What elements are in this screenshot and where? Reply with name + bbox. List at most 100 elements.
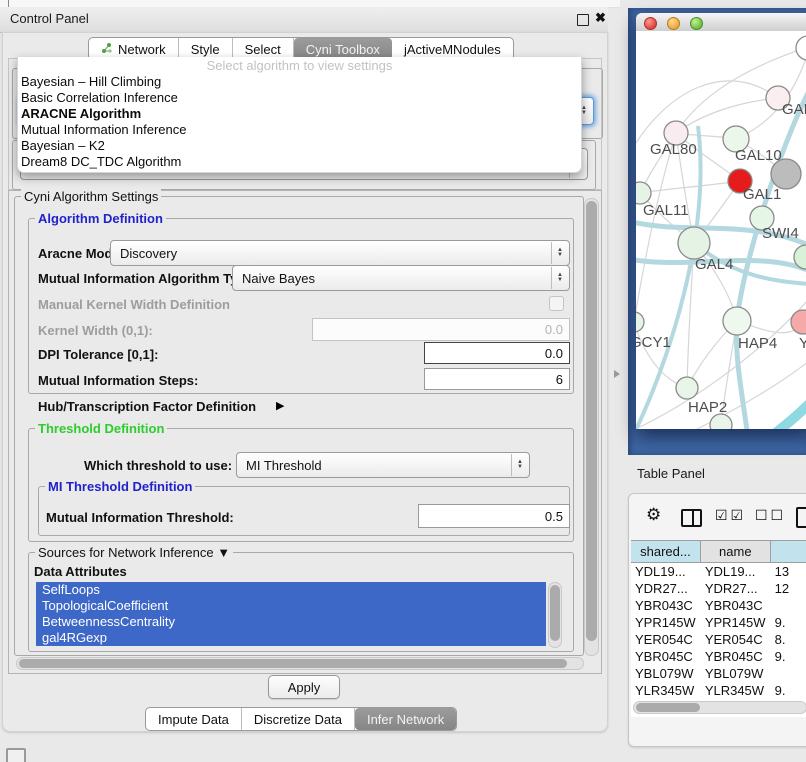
attribute-item[interactable]: BetweennessCentrality [36, 614, 546, 630]
network-node[interactable] [723, 307, 751, 335]
network-node[interactable] [636, 182, 651, 204]
expand-down-icon[interactable]: ▼ [217, 545, 230, 560]
scrollbar-thumb[interactable] [586, 201, 597, 641]
algorithm-option[interactable]: ARACNE Algorithm [18, 106, 581, 122]
tab-label: Cyni Toolbox [306, 42, 380, 57]
table-row[interactable]: YDR27...YDR27...12 [631, 580, 806, 597]
network-edge[interactable] [676, 98, 778, 133]
gear-icon[interactable]: ⚙ [646, 505, 661, 525]
table-column-header[interactable]: shared... [631, 541, 701, 562]
network-node[interactable] [710, 414, 732, 429]
table-cell: YER054C [631, 631, 701, 648]
mi-threshold-input[interactable]: 0.5 [418, 504, 570, 528]
attribute-item[interactable]: gal4RGexp [36, 630, 546, 646]
algorithm-option[interactable]: Basic Correlation Inference [18, 90, 581, 106]
table-cell: YDL19... [701, 563, 771, 580]
network-edge[interactable] [636, 322, 687, 388]
kernel-width-input[interactable]: 0.0 [312, 318, 570, 341]
collapsed-panel-button[interactable] [6, 748, 26, 762]
network-node-label: GAL11 [643, 202, 689, 219]
table-cell: YLR345W [701, 682, 771, 699]
algorithm-option[interactable]: Bayesian – Hill Climbing [18, 74, 581, 90]
table-column-header[interactable] [771, 541, 806, 562]
table-cell [771, 665, 806, 682]
table-cell [771, 597, 806, 614]
float-icon[interactable] [577, 14, 589, 26]
table-row[interactable]: YPR145WYPR145W9. [631, 614, 806, 631]
aracne-mode-combobox[interactable]: Discovery ▲▼ [110, 240, 570, 266]
scrollbar-thumb[interactable] [636, 703, 700, 712]
table-cell: YBR045C [701, 648, 771, 665]
table-cell: YBR045C [631, 648, 701, 665]
collapse-right-icon[interactable]: ▶ [276, 399, 284, 412]
table-row[interactable]: YBR045CYBR045C9. [631, 648, 806, 665]
zoom-button[interactable] [690, 17, 703, 30]
algorithm-option[interactable]: Bayesian – K2 [18, 138, 581, 154]
table-row[interactable]: YBL079WYBL079W [631, 665, 806, 682]
settings-horizontal-scrollbar[interactable] [16, 657, 584, 670]
splitter-arrow-icon[interactable] [614, 370, 620, 378]
close-button[interactable] [644, 17, 657, 30]
tab-discretize-data[interactable]: Discretize Data [242, 708, 355, 730]
table-horizontal-scrollbar[interactable] [633, 701, 806, 714]
dpi-tolerance-input[interactable]: 0.0 [424, 342, 570, 364]
document-icon[interactable] [796, 507, 806, 528]
scrollbar-thumb[interactable] [19, 659, 567, 668]
table-column-header[interactable]: name [701, 541, 771, 562]
application-window: Control Panel ✖ Network Style Select Cyn… [0, 0, 806, 762]
algorithm-option[interactable]: Dream8 DC_TDC Algorithm [18, 154, 581, 170]
dropdown-placeholder: Select algorithm to view settings [18, 57, 581, 74]
table-row[interactable]: YER054CYER054C8. [631, 631, 806, 648]
tab-label: jActiveMNodules [404, 42, 501, 57]
table-cell: YDL19... [631, 563, 701, 580]
bottom-tabs: Impute Data Discretize Data Infer Networ… [145, 707, 457, 731]
which-threshold-combobox[interactable]: MI Threshold ▲▼ [236, 452, 530, 478]
control-panel-titlebar: Control Panel ✖ [0, 7, 608, 33]
attribute-item[interactable]: SelfLoops [36, 582, 546, 598]
table-row[interactable]: YLR345WYLR345W9. [631, 682, 806, 699]
minimize-button[interactable] [667, 17, 680, 30]
mi-steps-label: Mutual Information Steps: [38, 373, 198, 388]
table-cell: YBR043C [631, 597, 701, 614]
network-node-label: GAL [782, 101, 806, 118]
stepper-icon[interactable]: ▲▼ [551, 242, 568, 264]
algorithm-option[interactable]: Mutual Information Inference [18, 122, 581, 138]
network-icon [101, 42, 113, 57]
attribute-item[interactable]: TopologicalCoefficient [36, 598, 546, 614]
close-icon[interactable]: ✖ [595, 10, 606, 26]
aracne-mode-value: Discovery [120, 241, 177, 265]
network-window-titlebar[interactable] [636, 13, 806, 32]
apply-button[interactable]: Apply [268, 675, 340, 699]
split-columns-icon[interactable] [681, 509, 702, 527]
settings-vertical-scrollbar[interactable] [584, 198, 599, 656]
tab-infer-network[interactable]: Infer Network [355, 708, 456, 730]
which-threshold-label: Which threshold to use: [84, 458, 232, 473]
stepper-icon[interactable]: ▲▼ [511, 454, 528, 476]
scrollbar-thumb[interactable] [550, 585, 560, 641]
checked-checkboxes-icon[interactable]: ☑☑ [715, 507, 746, 524]
node-table: shared...name YDL19...YDL19...13YDR27...… [631, 540, 806, 717]
network-canvas[interactable]: GALGAL80GAL10GAL1GAL11SWI4GAL4GCY1HAP4YH… [636, 31, 806, 429]
mi-type-combobox[interactable]: Naive Bayes ▲▼ [232, 265, 570, 291]
network-node-label: Y [799, 335, 806, 352]
tab-label: Impute Data [158, 712, 229, 727]
table-row[interactable]: YDL19...YDL19...13 [631, 563, 806, 580]
unchecked-checkboxes-icon[interactable]: ☐☐ [755, 507, 786, 524]
manual-kernel-checkbox[interactable] [549, 296, 564, 311]
tab-impute-data[interactable]: Impute Data [146, 708, 242, 730]
network-edge[interactable] [640, 181, 740, 193]
network-node[interactable] [676, 377, 698, 399]
data-attributes-label: Data Attributes [34, 564, 127, 579]
control-panel-title: Control Panel [10, 11, 89, 26]
stepper-icon[interactable]: ▲▼ [551, 267, 568, 289]
table-cell: 9. [771, 614, 806, 631]
mi-steps-input[interactable]: 6 [424, 368, 570, 390]
algorithm-dropdown: Select algorithm to view settings Bayesi… [17, 57, 582, 173]
network-node[interactable] [796, 36, 806, 60]
network-node[interactable] [678, 227, 710, 259]
attributes-scrollbar[interactable] [548, 582, 562, 648]
tab-label: Select [245, 42, 281, 57]
tab-label: Infer Network [367, 712, 444, 727]
network-node[interactable] [636, 312, 644, 332]
table-row[interactable]: YBR043CYBR043C [631, 597, 806, 614]
